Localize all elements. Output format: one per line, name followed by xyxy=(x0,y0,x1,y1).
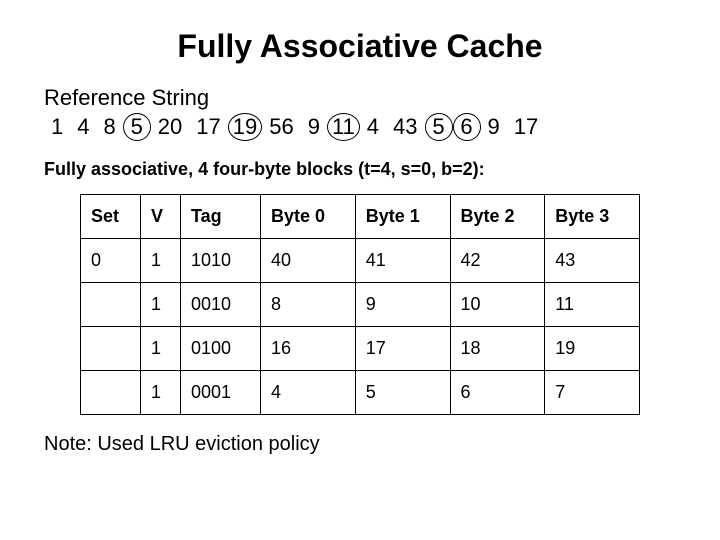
header-v: V xyxy=(141,195,181,239)
reference-value: 17 xyxy=(189,113,227,141)
table-row: 1010016171819 xyxy=(81,327,640,371)
reference-value: 9 xyxy=(301,113,327,141)
reference-value: 5 xyxy=(425,113,453,141)
cell-b3: 43 xyxy=(545,239,640,283)
cell-v: 1 xyxy=(141,371,181,415)
cell-set xyxy=(81,371,141,415)
reference-value: 20 xyxy=(151,113,189,141)
cell-v: 1 xyxy=(141,327,181,371)
cell-b1: 9 xyxy=(355,283,450,327)
reference-value: 8 xyxy=(97,113,123,141)
cell-v: 1 xyxy=(141,283,181,327)
cell-set xyxy=(81,327,141,371)
cell-b0: 16 xyxy=(261,327,356,371)
page-title: Fully Associative Cache xyxy=(40,28,680,65)
reference-value: 19 xyxy=(228,113,262,141)
cell-b3: 7 xyxy=(545,371,640,415)
header-byte0: Byte 0 xyxy=(261,195,356,239)
cache-table: Set V Tag Byte 0 Byte 1 Byte 2 Byte 3 01… xyxy=(80,194,640,415)
cell-b2: 10 xyxy=(450,283,545,327)
reference-string-values: 14852017195691144356917 xyxy=(44,113,680,141)
cell-tag: 0001 xyxy=(181,371,261,415)
cell-tag: 1010 xyxy=(181,239,261,283)
cell-b3: 11 xyxy=(545,283,640,327)
cell-b1: 41 xyxy=(355,239,450,283)
header-byte2: Byte 2 xyxy=(450,195,545,239)
header-byte1: Byte 1 xyxy=(355,195,450,239)
reference-value: 6 xyxy=(453,113,481,141)
cell-b2: 18 xyxy=(450,327,545,371)
cell-b0: 40 xyxy=(261,239,356,283)
reference-value: 56 xyxy=(262,113,300,141)
cell-tag: 0100 xyxy=(181,327,261,371)
reference-value: 11 xyxy=(327,113,360,141)
cell-b1: 5 xyxy=(355,371,450,415)
cell-v: 1 xyxy=(141,239,181,283)
cell-set xyxy=(81,283,141,327)
reference-string-label: Reference String xyxy=(44,85,680,111)
cell-tag: 0010 xyxy=(181,283,261,327)
table-row: 01101040414243 xyxy=(81,239,640,283)
header-tag: Tag xyxy=(181,195,261,239)
reference-value: 9 xyxy=(481,113,507,141)
cell-b2: 42 xyxy=(450,239,545,283)
header-byte3: Byte 3 xyxy=(545,195,640,239)
cell-b1: 17 xyxy=(355,327,450,371)
cell-set: 0 xyxy=(81,239,141,283)
reference-value: 1 xyxy=(44,113,70,141)
cell-b0: 8 xyxy=(261,283,356,327)
cell-b0: 4 xyxy=(261,371,356,415)
table-row: 10010891011 xyxy=(81,283,640,327)
cache-config-caption: Fully associative, 4 four-byte blocks (t… xyxy=(44,159,680,180)
cell-b2: 6 xyxy=(450,371,545,415)
table-header-row: Set V Tag Byte 0 Byte 1 Byte 2 Byte 3 xyxy=(81,195,640,239)
reference-value: 43 xyxy=(386,113,424,141)
reference-value: 4 xyxy=(70,113,96,141)
eviction-note: Note: Used LRU eviction policy xyxy=(44,433,680,456)
reference-value: 5 xyxy=(123,113,151,141)
cell-b3: 19 xyxy=(545,327,640,371)
reference-string-block: Reference String 14852017195691144356917 xyxy=(44,85,680,141)
header-set: Set xyxy=(81,195,141,239)
table-row: 100014567 xyxy=(81,371,640,415)
reference-value: 4 xyxy=(360,113,386,141)
reference-value: 17 xyxy=(507,113,545,141)
